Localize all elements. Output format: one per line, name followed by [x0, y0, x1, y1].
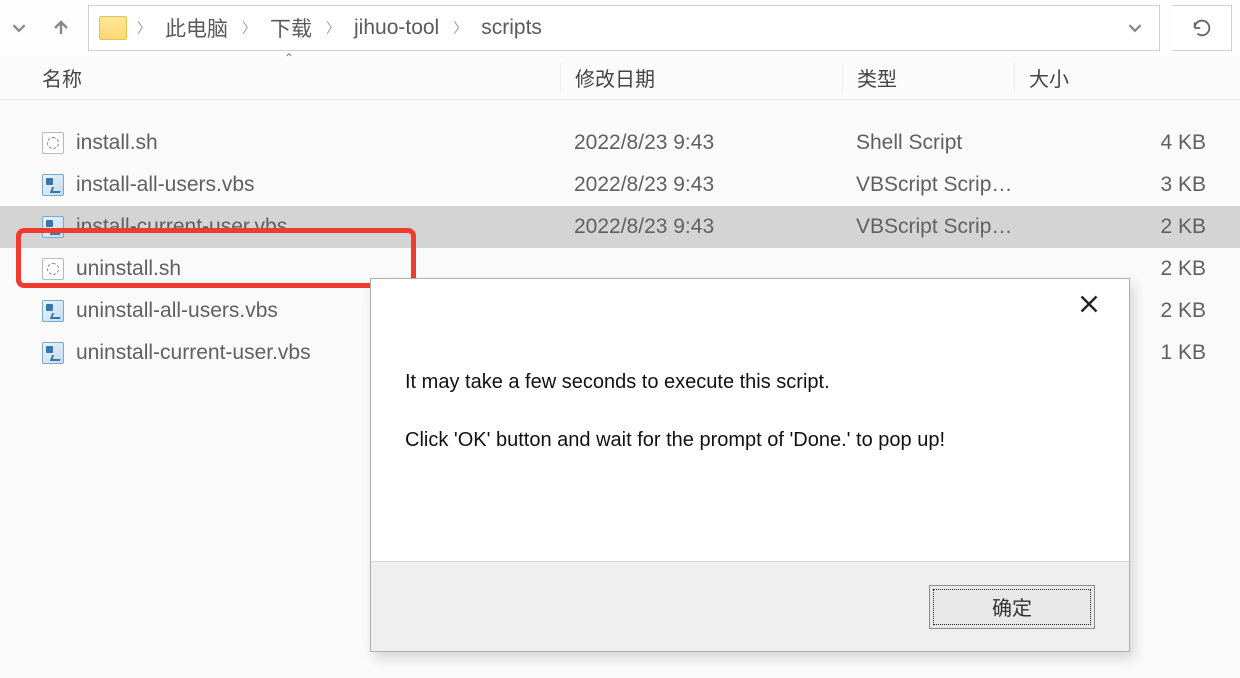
refresh-button[interactable] [1172, 5, 1232, 51]
dialog-body: It may take a few seconds to execute thi… [371, 329, 1129, 561]
address-dropdown-button[interactable] [1117, 21, 1153, 35]
shell-script-icon [42, 258, 64, 280]
chevron-right-icon: 〉 [135, 18, 153, 38]
file-size-cell: 3 KB [1014, 173, 1240, 197]
column-header-label: 名称 [42, 69, 82, 91]
file-name-label: uninstall.sh [76, 257, 181, 281]
dialog-titlebar [371, 279, 1129, 329]
vbscript-icon [42, 300, 64, 322]
file-name-label: install-all-users.vbs [76, 173, 255, 197]
file-name-label: install.sh [76, 131, 158, 155]
address-bar-row: 〉 此电脑 〉 下载 〉 jihuo-tool 〉 scripts [0, 0, 1240, 56]
dialog-text-line: Click 'OK' button and wait for the promp… [405, 425, 1095, 455]
file-name-label: uninstall-all-users.vbs [76, 299, 278, 323]
breadcrumb-item[interactable]: 此电脑 [157, 9, 236, 47]
chevron-right-icon: 〉 [240, 18, 258, 38]
file-size-cell: 2 KB [1014, 215, 1240, 239]
vbscript-icon [42, 216, 64, 238]
message-dialog: It may take a few seconds to execute thi… [370, 278, 1130, 652]
breadcrumb-item[interactable]: 下载 [262, 9, 320, 47]
file-type-cell: VBScript Script ... [842, 173, 1014, 197]
folder-icon [99, 16, 127, 40]
column-header-size[interactable]: 大小 [1014, 63, 1240, 92]
history-dropdown-button[interactable] [4, 13, 34, 43]
file-date-cell: 2022/8/23 9:43 [560, 173, 842, 197]
column-header-date[interactable]: 修改日期 [560, 63, 842, 92]
chevron-right-icon: 〉 [451, 18, 469, 38]
file-name-label: install-current-user.vbs [76, 215, 287, 239]
shell-script-icon [42, 132, 64, 154]
file-row[interactable]: install.sh 2022/8/23 9:43Shell Script4 KB [0, 122, 1240, 164]
sort-indicator-icon: ⌃ [284, 51, 294, 65]
column-header-name[interactable]: ⌃ 名称 [42, 63, 560, 92]
file-type-cell: Shell Script [842, 131, 1014, 155]
file-name-label: uninstall-current-user.vbs [76, 341, 311, 365]
column-header-type[interactable]: 类型 [842, 63, 1014, 92]
breadcrumb-item[interactable]: scripts [473, 12, 550, 44]
file-name-cell: install-all-users.vbs [42, 173, 560, 197]
ok-button[interactable]: 确定 [929, 585, 1095, 629]
file-date-cell: 2022/8/23 9:43 [560, 215, 842, 239]
up-button[interactable] [46, 13, 76, 43]
dialog-footer: 确定 [371, 561, 1129, 651]
file-size-cell: 4 KB [1014, 131, 1240, 155]
file-name-cell: install-current-user.vbs [42, 215, 560, 239]
file-row[interactable]: install-all-users.vbs 2022/8/23 9:43VBScr… [0, 164, 1240, 206]
dialog-text-line: It may take a few seconds to execute thi… [405, 367, 1095, 397]
file-date-cell: 2022/8/23 9:43 [560, 131, 842, 155]
file-row[interactable]: install-current-user.vbs 2022/8/23 9:43VB… [0, 206, 1240, 248]
breadcrumb-item[interactable]: jihuo-tool [346, 12, 447, 44]
vbscript-icon [42, 342, 64, 364]
chevron-right-icon: 〉 [324, 18, 342, 38]
column-headers: ⌃ 名称 修改日期 类型 大小 [0, 56, 1240, 100]
address-box[interactable]: 〉 此电脑 〉 下载 〉 jihuo-tool 〉 scripts [88, 5, 1160, 51]
file-name-cell: install.sh [42, 131, 560, 155]
vbscript-icon [42, 174, 64, 196]
file-type-cell: VBScript Script ... [842, 215, 1014, 239]
close-button[interactable] [1069, 284, 1109, 324]
